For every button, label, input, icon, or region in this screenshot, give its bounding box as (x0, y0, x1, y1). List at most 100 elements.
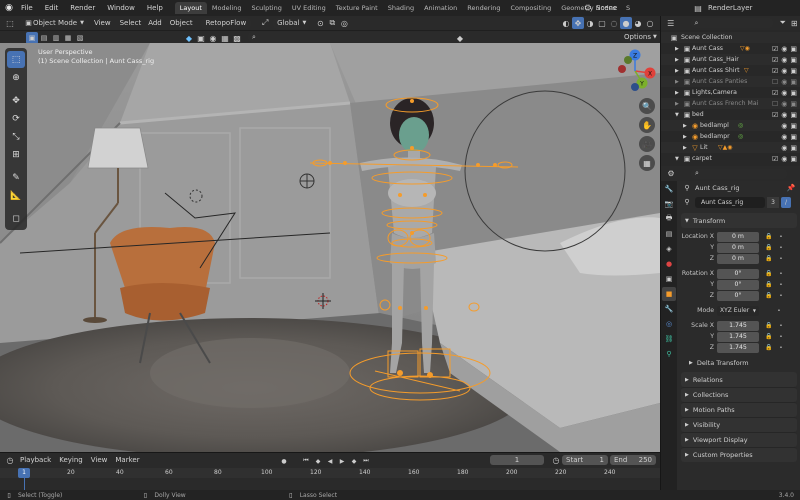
rotation-x-field[interactable]: 0° (717, 268, 759, 279)
outliner-editor-icon[interactable]: ☰ (665, 17, 677, 29)
annotate-tool-icon[interactable]: ✎ (7, 169, 25, 186)
eye-icon[interactable]: ◉ (781, 100, 787, 108)
viewport-menu-view[interactable]: View (88, 19, 117, 27)
camera-icon[interactable]: ▣ (790, 122, 797, 130)
chevron-right-icon[interactable]: ▶ (683, 145, 690, 151)
zoom-icon[interactable]: 🔍 (639, 98, 655, 114)
proportional-edit-icon[interactable]: ◎ (338, 17, 350, 29)
timeline-menu-keying[interactable]: Keying (55, 456, 87, 464)
editor-type-icon[interactable]: ⬚ (4, 17, 16, 29)
eye-icon[interactable]: ◉ (781, 144, 787, 152)
cursor-tool-icon[interactable]: ⊕ (7, 69, 25, 86)
tab-compositing[interactable]: Compositing (505, 2, 556, 14)
perspective-toggle-icon[interactable]: ▦ (639, 155, 655, 171)
pan-hand-icon[interactable]: ✋ (639, 117, 655, 133)
tab-layout[interactable]: Layout (174, 2, 207, 14)
outliner-item[interactable]: ▶ ▽ Lit ▽▲◉ ◉ ▣ (661, 142, 800, 153)
chevron-right-icon[interactable]: ▶ (675, 57, 682, 63)
pin-icon[interactable]: 📌 (785, 182, 797, 194)
keyframe-dot-icon[interactable]: • (775, 342, 787, 354)
select-box-tool-icon[interactable]: ⬚ (7, 51, 25, 68)
tab-sculpting[interactable]: Sculpting (246, 2, 286, 14)
options-button[interactable]: Options ▼ (620, 32, 661, 42)
camera-icon[interactable]: ▣ (790, 133, 797, 141)
tab-output-icon[interactable]: 🖶 (662, 212, 676, 226)
outliner-item[interactable]: ▶ ▣ Aunt Cass_Hair ☑ ◉ ▣ (661, 54, 800, 65)
timeline-menu-marker[interactable]: Marker (111, 456, 143, 464)
navigation-gizmo[interactable]: X Y Z (612, 48, 658, 94)
pivot-icon[interactable]: ⊙ (314, 17, 326, 29)
users-count[interactable]: 3 (767, 196, 779, 208)
transform-panel-header[interactable]: ▼ Transform (681, 213, 797, 228)
retopoflow-button[interactable]: RetopoFlow (200, 17, 252, 29)
outliner-item[interactable]: ▶ ◉ bedlampl ◎ ◉ ▣ (661, 120, 800, 131)
eye-icon[interactable]: ◉ (781, 122, 787, 130)
delta-transform-header[interactable]: ▶ Delta Transform (677, 356, 800, 370)
camera-icon[interactable]: ▣ (790, 100, 797, 108)
orientation-selector[interactable]: Global ▼ (273, 17, 311, 29)
viewport-menu-add[interactable]: Add (144, 19, 166, 27)
jump-start-icon[interactable]: ⏮ (300, 455, 312, 467)
tab-modeling[interactable]: Modeling (207, 2, 247, 14)
shading-material-icon[interactable]: ◕ (632, 17, 644, 29)
playhead[interactable]: 1 (18, 468, 30, 478)
tab-rendering[interactable]: Rendering (462, 2, 505, 14)
armature-icon[interactable]: ⚲ (681, 196, 693, 208)
camera-icon[interactable]: ▣ (790, 45, 797, 53)
add-cube-tool-icon[interactable]: ◻ (7, 210, 25, 227)
scale-z-field[interactable]: 1.745 (717, 342, 759, 353)
outliner-item[interactable]: ▶ ▣ Lights,Camera ☑ ◉ ▣ (661, 87, 800, 98)
tab-object-data-icon[interactable]: ⚲ (662, 347, 676, 361)
snap-icon[interactable]: ⧉ (326, 17, 338, 29)
menu-render[interactable]: Render (64, 4, 101, 12)
viewport-menu-object[interactable]: Object (166, 19, 197, 27)
scale-tool-icon[interactable]: ⤡ (7, 128, 25, 145)
timeline-menu-playback[interactable]: Playback (16, 456, 55, 464)
camera-icon[interactable]: ▣ (790, 155, 797, 163)
motion-paths-panel-header[interactable]: ▶ Motion Paths (681, 402, 797, 417)
checkbox-icon[interactable]: ☑ (772, 45, 778, 53)
camera-icon[interactable]: ▣ (790, 78, 797, 86)
eye-icon[interactable]: ◉ (781, 56, 787, 64)
rotation-mode-dropdown[interactable]: XYZ Euler ▼ (717, 305, 759, 316)
eye-icon[interactable]: ◉ (781, 133, 787, 141)
filter-icon[interactable]: ⏷ (777, 17, 789, 29)
next-key-icon[interactable]: ◆ (348, 455, 360, 467)
outliner-search-input[interactable]: ⌕ (690, 18, 773, 28)
camera-icon[interactable]: ▣ (790, 144, 797, 152)
outliner-item[interactable]: ▶ ▣ Aunt Cass ▽◉ ☑ ◉ ▣ (661, 43, 800, 54)
chevron-right-icon[interactable]: ▶ (683, 123, 690, 129)
tab-texture-paint[interactable]: Texture Paint (331, 2, 383, 14)
scale-x-field[interactable]: 1.745 (717, 320, 759, 331)
transform-tool-icon[interactable]: ⊞ (7, 146, 25, 163)
camera-icon[interactable]: ▣ (790, 111, 797, 119)
camera-icon[interactable]: ▣ (790, 89, 797, 97)
tab-collection-icon[interactable]: ▣ (662, 272, 676, 286)
menu-edit[interactable]: Edit (39, 4, 65, 12)
tab-constraints-icon[interactable]: ⛓ (662, 332, 676, 346)
tab-view-layer-icon[interactable]: ▤ (662, 227, 676, 241)
location-y-field[interactable]: 0 m (717, 242, 759, 253)
menu-help[interactable]: Help (141, 4, 169, 12)
tab-modifiers-icon[interactable]: 🔧 (662, 302, 676, 316)
checkbox-icon[interactable]: ☑ (772, 111, 778, 119)
mode-selector[interactable]: ▣ Object Mode ▼ (20, 17, 88, 29)
lock-icon[interactable]: 🔒 (763, 342, 775, 354)
properties-search-input[interactable]: ⌕ (691, 168, 787, 179)
eye-icon[interactable]: ◉ (781, 78, 787, 86)
menu-file[interactable]: File (15, 4, 39, 12)
prev-key-icon[interactable]: ◆ (312, 455, 324, 467)
camera-icon[interactable]: ▣ (790, 56, 797, 64)
keyframe-dot-icon[interactable]: • (775, 253, 787, 265)
tab-uv-editing[interactable]: UV Editing (287, 2, 331, 14)
location-z-field[interactable]: 0 m (717, 253, 759, 264)
transform-orientation-icon[interactable]: ⤢ (259, 17, 271, 29)
chevron-right-icon[interactable]: ▶ (683, 134, 690, 140)
outliner-item[interactable]: ▼ ▣ carpet ☑ ◉ ▣ (661, 153, 800, 164)
relations-panel-header[interactable]: ▶ Relations (681, 372, 797, 387)
tab-physics-icon[interactable]: ◎ (662, 317, 676, 331)
chevron-down-icon[interactable]: ▼ (675, 156, 682, 162)
checkbox-icon[interactable]: ☐ (772, 100, 778, 108)
outliner-root[interactable]: ▣ Scene Collection (661, 32, 800, 43)
checkbox-icon[interactable]: ☑ (772, 67, 778, 75)
